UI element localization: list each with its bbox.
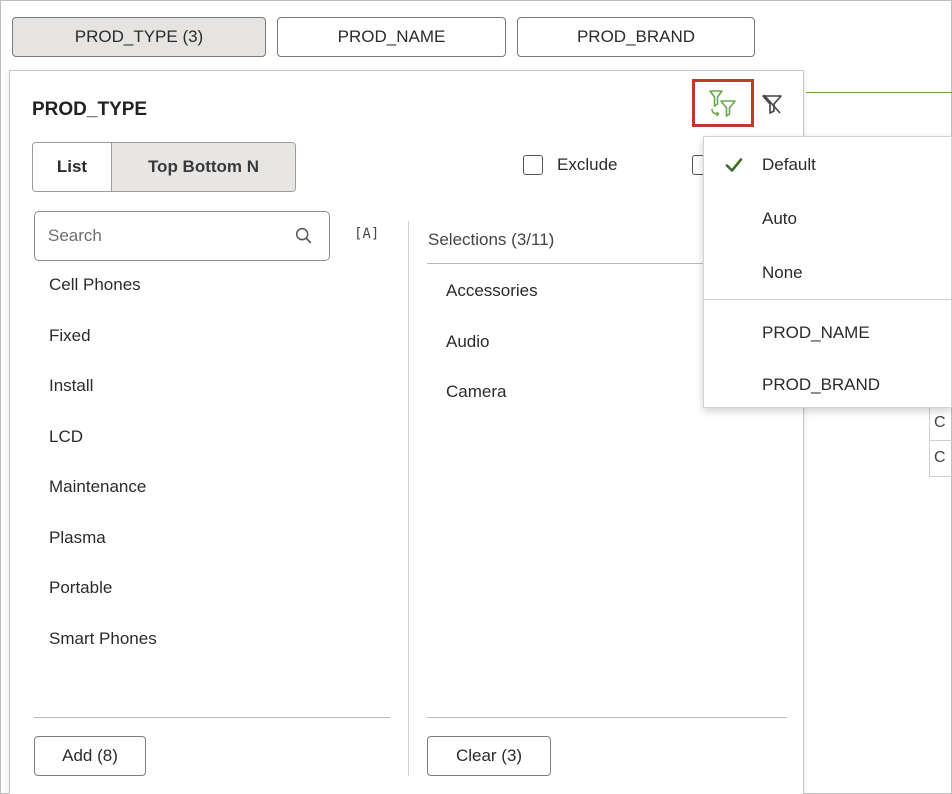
menu-item-prod-name[interactable]: PROD_NAME [762, 323, 870, 343]
list-item[interactable]: LCD [49, 426, 157, 477]
list-item[interactable]: Plasma [49, 527, 157, 578]
available-values-list: Cell Phones Fixed Install LCD Maintenanc… [49, 274, 157, 678]
menu-item-auto[interactable]: Auto [762, 209, 797, 229]
selections-header: Selections (3/11) [428, 230, 555, 249]
list-mode-button[interactable]: List [33, 143, 112, 191]
selections-divider [427, 263, 717, 264]
clear-filter-icon[interactable] [760, 92, 784, 116]
menu-item-none[interactable]: None [762, 263, 803, 283]
selection-item[interactable]: Audio [446, 331, 538, 382]
selections-list: Accessories Audio Camera [446, 280, 538, 432]
search-field [34, 211, 330, 261]
selection-item[interactable]: Accessories [446, 280, 538, 331]
exclude-checkbox[interactable] [523, 155, 543, 175]
limit-values-menu: Default Auto None PROD_NAME PROD_BRAND [703, 136, 952, 408]
tab-prod-brand[interactable]: PROD_BRAND [517, 17, 755, 57]
panel-title: PROD_TYPE [32, 99, 148, 120]
tab-prod-name[interactable]: PROD_NAME [277, 17, 506, 57]
filter-panel: PROD_TYPE List Top Bottom N Exclude [A] … [9, 70, 804, 794]
top-bottom-n-mode-button[interactable]: Top Bottom N [112, 143, 295, 191]
mode-segmented-control: List Top Bottom N [32, 142, 296, 192]
menu-separator [704, 299, 952, 300]
clear-button[interactable]: Clear (3) [427, 736, 551, 776]
list-item[interactable]: Maintenance [49, 476, 157, 527]
search-icon[interactable] [293, 225, 315, 247]
background-table-cell: C [929, 405, 952, 441]
tab-prod-type[interactable]: PROD_TYPE (3) [12, 17, 266, 57]
menu-item-prod-brand[interactable]: PROD_BRAND [762, 375, 880, 395]
list-item[interactable]: Smart Phones [49, 628, 157, 679]
search-input[interactable] [35, 212, 285, 260]
footer-divider-left [34, 717, 390, 718]
exclude-toggle[interactable]: Exclude [523, 155, 617, 175]
checkmark-icon [725, 158, 743, 172]
case-sensitive-icon[interactable]: [A] [354, 226, 379, 242]
menu-item-default[interactable]: Default [762, 155, 816, 175]
selection-item[interactable]: Camera [446, 381, 538, 432]
footer-divider-right [427, 717, 787, 718]
limit-values-icon [709, 90, 736, 117]
background-table-cell: C [929, 441, 952, 477]
limit-values-button[interactable] [692, 79, 754, 127]
column-divider [408, 221, 409, 776]
add-button[interactable]: Add (8) [34, 736, 146, 776]
background-chart-line [806, 92, 952, 93]
list-item[interactable]: Portable [49, 577, 157, 628]
list-item[interactable]: Install [49, 375, 157, 426]
exclude-label: Exclude [557, 155, 618, 174]
list-item[interactable]: Fixed [49, 325, 157, 376]
list-item[interactable]: Cell Phones [49, 274, 157, 325]
